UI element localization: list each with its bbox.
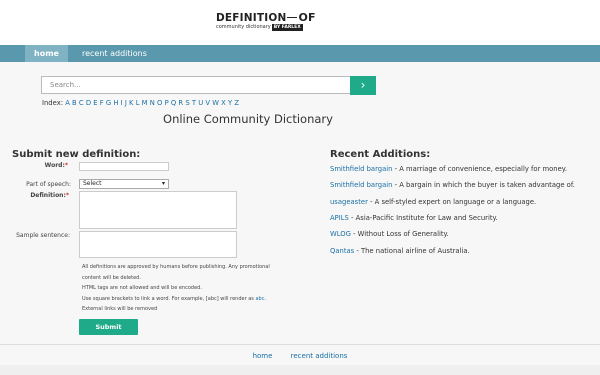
page-title: Online Community Dictionary [163,112,333,126]
search-button[interactable]: › [350,76,376,95]
index-label: Index: [42,99,64,107]
recent-item: usageaster - A self-styled expert on lan… [330,198,537,206]
index-letter-m[interactable]: M [142,99,148,107]
note-line: External links will be removed [82,306,158,312]
top-nav: home recent additions [0,45,600,62]
note-line: Use square brackets to link a word. For … [82,295,267,302]
recent-additions-title: Recent Additions: [330,149,431,160]
index-letter-t[interactable]: T [192,99,196,107]
word-input[interactable] [79,162,169,171]
index-letter-w[interactable]: W [212,99,219,107]
recent-item: APILS - Asia-Pacific Institute for Law a… [330,214,498,222]
index-letter-i[interactable]: I [121,99,123,107]
site-logo[interactable]: DEFINITION OF community dictionary BY FARL… [216,11,316,38]
recent-item-link[interactable]: Qantas [330,247,354,255]
footer-divider [0,344,600,345]
index-letter-g[interactable]: G [106,99,111,107]
recent-item-link[interactable]: Smithfield bargain [330,181,392,189]
nav-home-tab[interactable]: home [25,45,68,62]
logo-wordmark: DEFINITION OF [216,11,316,25]
index-letter-p[interactable]: P [165,99,169,107]
index-letter-y[interactable]: Y [228,99,232,107]
search-input[interactable]: Search... [41,76,351,94]
recent-item: WLOG - Without Loss of Generality. [330,230,449,238]
page-bottom-bar [0,365,600,375]
index-letter-j[interactable]: J [125,99,127,107]
index-letter-b[interactable]: B [72,99,77,107]
note-line: HTML tags are not allowed and will be en… [82,285,202,291]
index-letter-a[interactable]: A [65,99,70,107]
index-letter-e[interactable]: E [93,99,97,107]
sample-sentence-label: Sample sentence: [16,232,70,239]
note-line: All definitions are approved by humans b… [82,264,270,270]
definition-textarea[interactable] [79,191,237,229]
index-letter-v[interactable]: V [205,99,210,107]
index-letter-r[interactable]: R [178,99,183,107]
submit-form-title: Submit new definition: [12,149,141,160]
chevron-right-icon: › [360,78,366,92]
index-letter-k[interactable]: K [129,99,133,107]
definition-label: Definition:* [30,192,69,199]
footer-recent-additions-link[interactable]: recent additions [291,352,348,360]
part-of-speech-select[interactable]: Select [79,179,169,189]
recent-item-link[interactable]: WLOG [330,230,351,238]
sample-sentence-textarea[interactable] [79,231,237,258]
recent-item-link[interactable]: APILS [330,214,349,222]
alphabet-index: Index: ABCDEFGHIJKLMNOPQRSTUVWXYZ [42,99,241,107]
note-line: content will be deleted. [82,274,141,281]
recent-item: Smithfield bargain - A bargain in which … [330,181,575,189]
word-label: Word:* [44,162,68,169]
logo-tagline: community dictionary BY FARLEX [216,24,303,31]
index-letter-c[interactable]: C [79,99,84,107]
index-letter-o[interactable]: O [157,99,162,107]
index-letter-f[interactable]: F [100,99,104,107]
recent-item: Qantas - The national airline of Austral… [330,247,470,255]
footer-home-link[interactable]: home [253,352,273,360]
site-header: DEFINITION OF community dictionary BY FARL… [0,0,600,45]
index-letter-n[interactable]: N [150,99,155,107]
submit-button[interactable]: Submit [79,319,138,335]
index-letter-u[interactable]: U [198,99,203,107]
index-letter-x[interactable]: X [221,99,226,107]
index-letter-s[interactable]: S [185,99,189,107]
recent-item-link[interactable]: usageaster [330,198,368,206]
part-of-speech-label: Part of speech: [26,181,71,188]
index-letter-h[interactable]: H [113,99,118,107]
nav-recent-additions-tab[interactable]: recent additions [82,45,147,62]
index-letter-q[interactable]: Q [171,99,176,107]
footer-nav: home recent additions [0,352,600,360]
recent-item-link[interactable]: Smithfield bargain [330,165,392,173]
index-letter-z[interactable]: Z [234,99,239,107]
index-letter-d[interactable]: D [86,99,91,107]
index-letter-l[interactable]: L [136,99,140,107]
recent-item: Smithfield bargain - A marriage of conve… [330,165,568,173]
submission-notes: All definitions are approved by humans b… [82,262,270,315]
